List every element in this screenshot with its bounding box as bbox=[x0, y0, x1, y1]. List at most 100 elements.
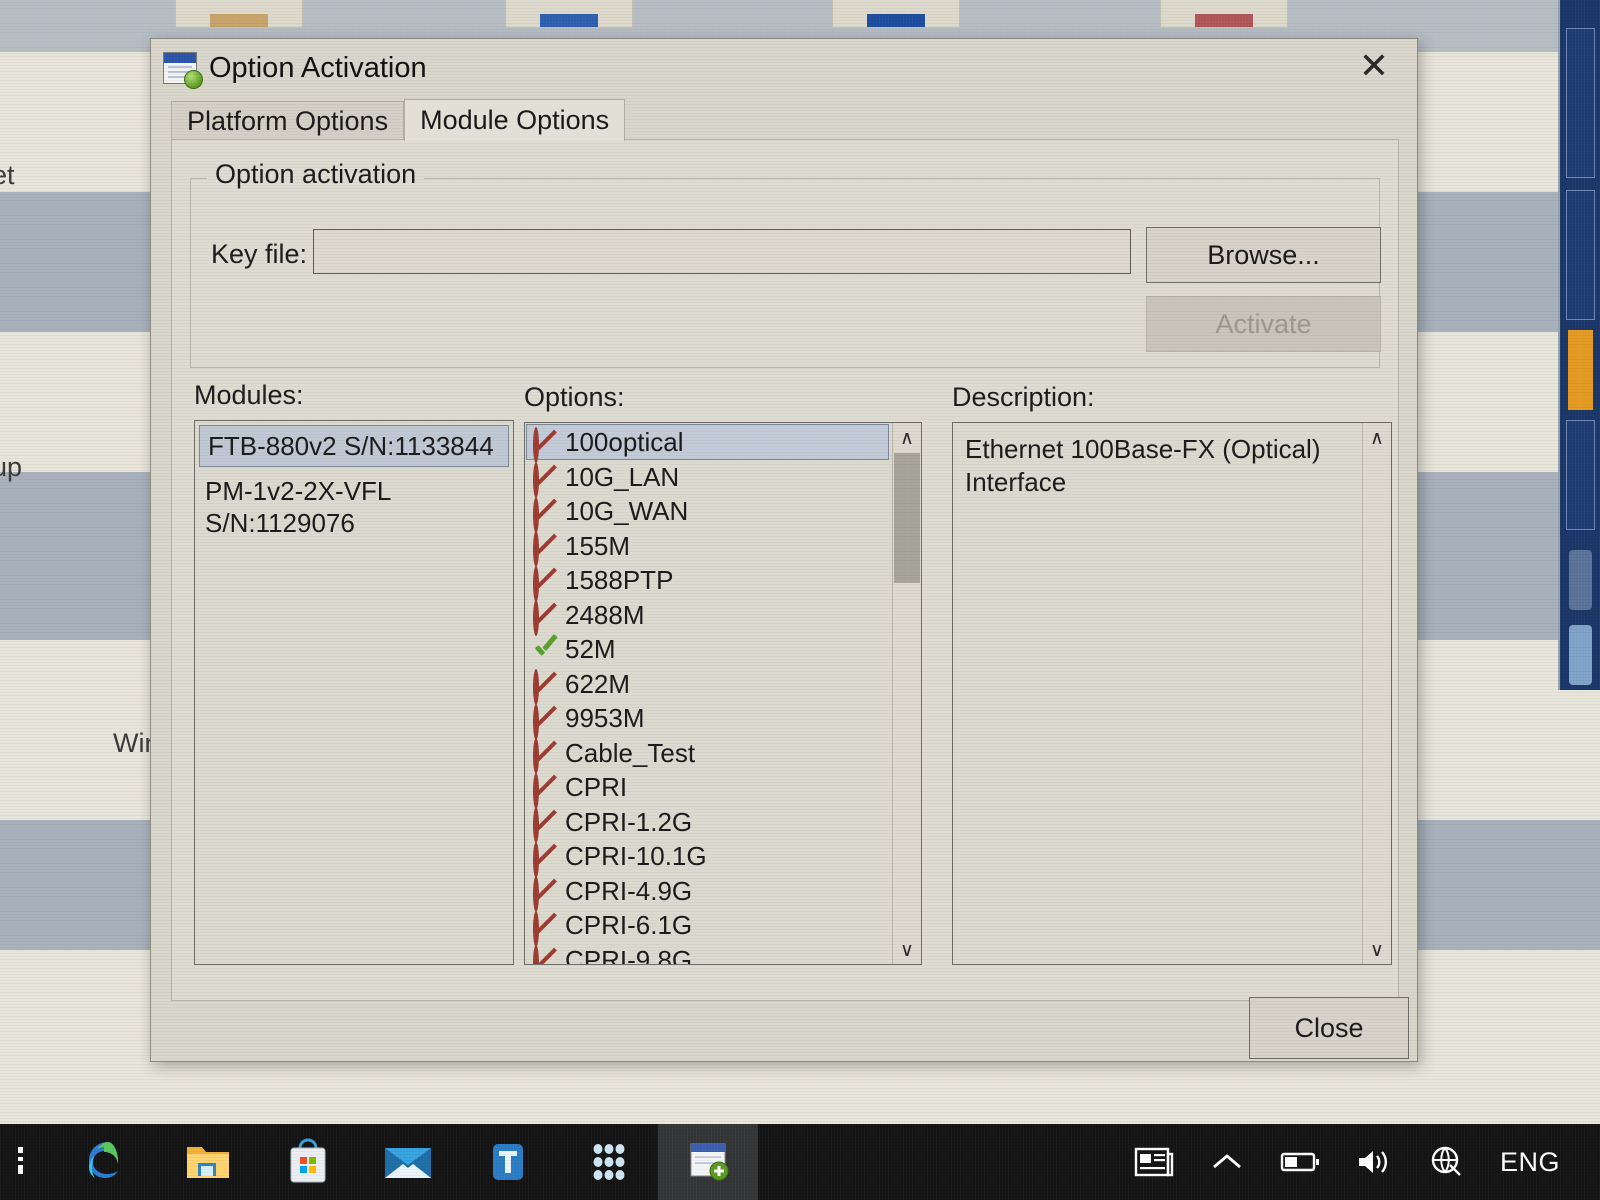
module-list-item-selected[interactable]: FTB-880v2 S/N:1133844 bbox=[199, 425, 509, 467]
option-not-activated-icon bbox=[533, 671, 565, 697]
modules-listbox[interactable]: FTB-880v2 S/N:1133844 PM-1v2-2X-VFL S/N:… bbox=[194, 420, 514, 965]
option-list-item-label: 100optical bbox=[565, 427, 684, 458]
task-view-icon[interactable] bbox=[0, 1124, 58, 1200]
option-not-activated-icon bbox=[533, 568, 565, 594]
show-hidden-icons-icon[interactable] bbox=[1192, 1124, 1262, 1200]
option-list-item[interactable]: 2488M bbox=[525, 598, 891, 633]
activate-button: Activate bbox=[1146, 296, 1381, 352]
option-list-item-label: CPRI-10.1G bbox=[565, 841, 707, 872]
edge-browser-icon[interactable] bbox=[58, 1124, 158, 1200]
module-list-item[interactable]: S/N:1129076 bbox=[195, 507, 513, 539]
option-activation-group: Option activation Key file: Browse... Ac… bbox=[190, 178, 1380, 368]
modules-label: Modules: bbox=[194, 380, 304, 411]
option-list-item[interactable]: CPRI-10.1G bbox=[525, 840, 891, 875]
icon-cap bbox=[164, 53, 196, 63]
option-list-item[interactable]: 10G_WAN bbox=[525, 495, 891, 530]
option-activated-check-icon bbox=[533, 637, 565, 663]
option-list-item[interactable]: CPRI-1.2G bbox=[525, 805, 891, 840]
options-listbox[interactable]: 100optical 10G_LAN10G_WAN 155M1588PTP2488M… bbox=[524, 422, 922, 965]
network-globe-icon[interactable] bbox=[1412, 1124, 1482, 1200]
module-list-item[interactable]: PM-1v2-2X-VFL bbox=[195, 475, 513, 507]
option-list-item-label: 622M bbox=[565, 669, 630, 700]
desktop-text-fragment: et bbox=[0, 160, 15, 191]
microsoft-store-icon[interactable] bbox=[258, 1124, 358, 1200]
icon-lines bbox=[168, 66, 192, 68]
scroll-down-icon[interactable]: ∨ bbox=[1363, 935, 1391, 964]
desktop-text-fragment: Wir bbox=[113, 728, 153, 759]
option-list-item-label: 52M bbox=[565, 634, 616, 665]
language-label: ENG bbox=[1500, 1147, 1560, 1178]
key-file-input[interactable] bbox=[313, 229, 1131, 274]
option-list-item[interactable]: Cable_Test bbox=[525, 736, 891, 771]
option-not-activated-icon bbox=[533, 775, 565, 801]
option-list-item-label: 10G_LAN bbox=[565, 462, 679, 493]
news-widget-icon[interactable] bbox=[1116, 1124, 1192, 1200]
card-strip bbox=[1195, 14, 1253, 27]
description-scrollbar[interactable]: ∧ ∨ bbox=[1362, 423, 1391, 964]
browse-button[interactable]: Browse... bbox=[1146, 227, 1381, 283]
description-label: Description: bbox=[952, 382, 1095, 413]
icon-green-badge bbox=[184, 70, 203, 89]
card-strip bbox=[210, 14, 268, 27]
option-list-item-label: 9953M bbox=[565, 703, 645, 734]
option-list-item[interactable]: 52M bbox=[525, 633, 891, 668]
volume-icon[interactable] bbox=[1338, 1124, 1412, 1200]
option-list-item[interactable]: 622M bbox=[525, 667, 891, 702]
tab-module-options[interactable]: Module Options bbox=[404, 99, 625, 141]
file-explorer-icon[interactable] bbox=[158, 1124, 258, 1200]
option-not-activated-icon bbox=[533, 947, 565, 964]
options-scrollbar[interactable]: ∧ ∨ bbox=[892, 423, 921, 964]
dialog-titlebar[interactable]: Option Activation ✕ bbox=[151, 39, 1417, 97]
tab-strip: Platform Options Module Options bbox=[171, 99, 1417, 141]
close-button[interactable]: Close bbox=[1249, 997, 1409, 1059]
scroll-up-icon[interactable]: ∧ bbox=[893, 423, 921, 452]
option-activation-taskbar-icon[interactable] bbox=[658, 1124, 758, 1200]
scroll-down-icon[interactable]: ∨ bbox=[893, 935, 921, 964]
option-activation-dialog: Option Activation ✕ Platform Options Mod… bbox=[150, 38, 1418, 1062]
window-activation-icon bbox=[163, 52, 197, 84]
option-list-item[interactable]: CPRI-4.9G bbox=[525, 874, 891, 909]
tab-content-panel: Option activation Key file: Browse... Ac… bbox=[171, 139, 1399, 1001]
option-list-item-label: 1588PTP bbox=[565, 565, 673, 596]
option-list-item-label: 155M bbox=[565, 531, 630, 562]
option-list-item[interactable]: CPRI-6.1G bbox=[525, 909, 891, 944]
dialog-title: Option Activation bbox=[209, 52, 427, 85]
background-window-card bbox=[832, 0, 960, 28]
panel-box bbox=[1566, 190, 1595, 320]
background-window-card bbox=[1160, 0, 1288, 28]
option-list-item[interactable]: CPRI bbox=[525, 771, 891, 806]
option-list-item[interactable]: 155M bbox=[525, 529, 891, 564]
option-list-item[interactable]: 10G_LAN bbox=[525, 460, 891, 495]
scrollbar-thumb[interactable] bbox=[894, 453, 920, 583]
option-list-item[interactable]: CPRI-9.8G bbox=[525, 943, 891, 964]
panel-box bbox=[1566, 420, 1595, 530]
option-list-item-label: 10G_WAN bbox=[565, 496, 688, 527]
panel-accent bbox=[1568, 330, 1593, 410]
option-list-item-label: CPRI-6.1G bbox=[565, 910, 692, 941]
option-list-item[interactable]: 1588PTP bbox=[525, 564, 891, 599]
scroll-up-icon[interactable]: ∧ bbox=[1363, 423, 1391, 452]
option-list-item[interactable]: 9953M bbox=[525, 702, 891, 737]
desktop-text-fragment: up bbox=[0, 452, 22, 483]
panel-box bbox=[1566, 28, 1595, 178]
option-list-item-label: CPRI-9.8G bbox=[565, 945, 692, 964]
panel-chip bbox=[1569, 550, 1592, 610]
option-list-item-label: CPRI-4.9G bbox=[565, 876, 692, 907]
close-icon[interactable]: ✕ bbox=[1341, 43, 1407, 91]
tab-platform-options[interactable]: Platform Options bbox=[171, 101, 404, 141]
taskbar: ENG bbox=[0, 1124, 1600, 1200]
key-file-label: Key file: bbox=[211, 239, 307, 270]
group-legend: Option activation bbox=[207, 159, 424, 190]
options-scroll-area: 100optical 10G_LAN10G_WAN 155M1588PTP2488M… bbox=[525, 423, 891, 964]
option-not-activated-icon bbox=[533, 844, 565, 870]
options-label: Options: bbox=[524, 382, 625, 413]
taskbar-pinned-apps bbox=[0, 1124, 758, 1200]
option-not-activated-icon bbox=[533, 706, 565, 732]
teams-icon[interactable] bbox=[458, 1124, 558, 1200]
app-dots-icon[interactable] bbox=[558, 1124, 658, 1200]
battery-icon[interactable] bbox=[1262, 1124, 1338, 1200]
option-list-item-label: CPRI-1.2G bbox=[565, 807, 692, 838]
option-list-item[interactable]: 100optical bbox=[526, 424, 889, 460]
mail-icon[interactable] bbox=[358, 1124, 458, 1200]
language-indicator[interactable]: ENG bbox=[1482, 1124, 1578, 1200]
